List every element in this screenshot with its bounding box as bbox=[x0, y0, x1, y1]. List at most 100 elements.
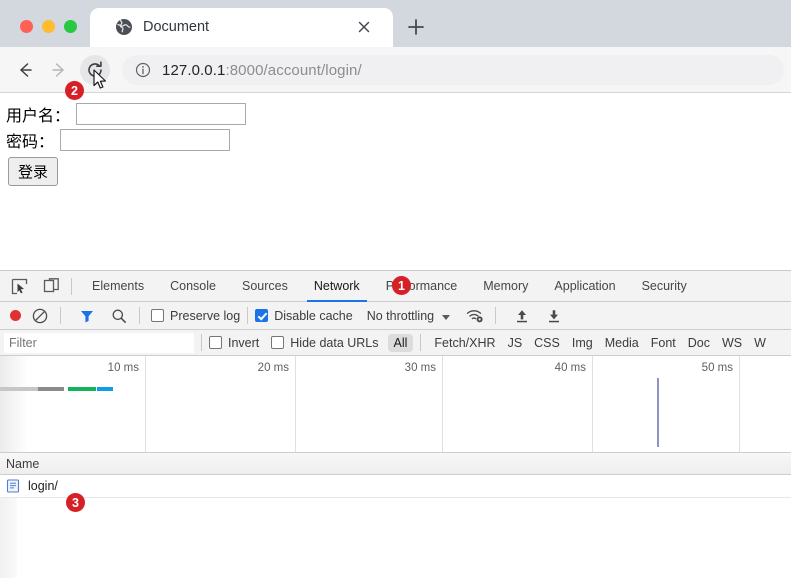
requests-gutter bbox=[0, 498, 17, 578]
annotation-badge-3: 3 bbox=[66, 493, 85, 512]
close-window-button[interactable] bbox=[20, 20, 33, 33]
waterfall-segment-download bbox=[97, 387, 113, 391]
toolbar-divider bbox=[71, 277, 72, 295]
chevron-down-icon bbox=[441, 314, 450, 320]
tab-strip: Document bbox=[0, 0, 791, 47]
filter-divider-1 bbox=[201, 334, 202, 351]
type-filter-wasm[interactable]: W bbox=[748, 334, 772, 352]
forward-arrow-icon[interactable] bbox=[44, 55, 74, 85]
download-arrow-icon[interactable] bbox=[541, 303, 567, 329]
tab-console[interactable]: Console bbox=[157, 271, 229, 302]
clear-no-entry-icon[interactable] bbox=[27, 303, 53, 329]
tab-performance[interactable]: Performance bbox=[373, 271, 471, 302]
toolbar-divider-4 bbox=[247, 307, 249, 324]
devtools-panel: Elements Console Sources Network Perform… bbox=[0, 270, 791, 578]
overview-gridline bbox=[145, 356, 146, 452]
tab-network[interactable]: Network bbox=[301, 271, 373, 302]
annotation-badge-2: 2 bbox=[65, 81, 84, 100]
overview-gridline bbox=[295, 356, 296, 452]
invert-checkbox[interactable]: Invert bbox=[209, 336, 259, 350]
tab-application[interactable]: Application bbox=[541, 271, 628, 302]
reload-icon[interactable] bbox=[80, 55, 110, 85]
browser-tab-document[interactable]: Document bbox=[90, 8, 393, 47]
type-filter-js[interactable]: JS bbox=[502, 334, 529, 352]
overview-left-fade bbox=[0, 356, 28, 452]
waterfall-segment-ttfb bbox=[68, 387, 96, 391]
invert-box bbox=[209, 336, 222, 349]
new-tab-button[interactable] bbox=[403, 14, 429, 40]
close-icon[interactable] bbox=[355, 18, 373, 36]
back-arrow-icon[interactable] bbox=[10, 55, 40, 85]
disable-cache-box bbox=[255, 309, 269, 322]
maximize-window-button[interactable] bbox=[64, 20, 77, 33]
toolbar-divider-3 bbox=[139, 307, 140, 324]
type-filter-all[interactable]: All bbox=[387, 333, 414, 352]
funnel-filter-icon[interactable] bbox=[74, 303, 100, 329]
waterfall-segment-stalled bbox=[0, 387, 38, 391]
username-row: 用户名： bbox=[6, 102, 247, 126]
hide-data-urls-label: Hide data URLs bbox=[290, 335, 379, 350]
password-row: 密码： bbox=[6, 128, 231, 152]
username-input[interactable] bbox=[76, 103, 247, 125]
tab-elements[interactable]: Elements bbox=[79, 271, 157, 302]
url-host: 127.0.0.1 bbox=[162, 61, 226, 79]
minimize-window-button[interactable] bbox=[42, 20, 55, 33]
hide-data-urls-box bbox=[271, 336, 285, 349]
toolbar-divider-5 bbox=[494, 307, 496, 324]
throttling-dropdown[interactable]: No throttling bbox=[367, 309, 450, 323]
table-row[interactable]: login/ bbox=[0, 475, 791, 498]
preserve-log-checkbox[interactable]: Preserve log bbox=[151, 309, 240, 323]
annotation-badge-1: 1 bbox=[392, 276, 411, 295]
filter-divider-2 bbox=[420, 334, 422, 351]
tab-title: Document bbox=[143, 19, 210, 35]
address-bar[interactable]: 127.0.0.1:8000/account/login/ bbox=[122, 55, 784, 85]
search-magnifier-icon[interactable] bbox=[106, 303, 132, 329]
overview-tick-label: 30 ms bbox=[404, 362, 436, 374]
upload-arrow-icon[interactable] bbox=[509, 303, 535, 329]
request-name: login/ bbox=[28, 479, 58, 493]
preserve-log-label: Preserve log bbox=[170, 308, 241, 323]
waterfall-segment-queue bbox=[38, 387, 64, 391]
hide-data-urls-checkbox[interactable]: Hide data URLs bbox=[271, 335, 379, 350]
column-header-name: Name bbox=[6, 456, 40, 471]
dom-content-loaded-marker bbox=[657, 378, 659, 447]
tab-memory[interactable]: Memory bbox=[470, 271, 541, 302]
tab-security[interactable]: Security bbox=[629, 271, 700, 302]
type-filter-css[interactable]: CSS bbox=[528, 334, 566, 352]
requests-table-header: Name bbox=[0, 453, 791, 475]
window-traffic-lights bbox=[20, 20, 77, 33]
globe-icon bbox=[115, 18, 133, 36]
record-circle-icon[interactable] bbox=[10, 310, 21, 321]
device-toolbar-icon[interactable] bbox=[38, 273, 64, 299]
login-submit-button[interactable]: 登录 bbox=[8, 157, 59, 186]
preserve-log-box bbox=[151, 309, 164, 322]
browser-window: Document 127.0.0.1:8000/account/login/ 用… bbox=[0, 0, 791, 578]
throttling-value: No throttling bbox=[366, 308, 435, 323]
type-filter-doc[interactable]: Doc bbox=[682, 334, 716, 352]
info-circle-icon[interactable] bbox=[135, 62, 151, 78]
network-overview-timeline[interactable]: 10 ms 20 ms 30 ms 40 ms 50 ms bbox=[0, 356, 791, 453]
overview-gridline bbox=[592, 356, 593, 452]
overview-tick-label: 40 ms bbox=[554, 362, 586, 374]
network-filter-bar: Invert Hide data URLs All Fetch/XHR JS C… bbox=[0, 330, 791, 356]
address-bar-url: 127.0.0.1:8000/account/login/ bbox=[162, 62, 362, 79]
disable-cache-label: Disable cache bbox=[274, 308, 353, 323]
overview-tick-label: 10 ms bbox=[107, 362, 139, 374]
type-filter-ws[interactable]: WS bbox=[716, 334, 748, 352]
disable-cache-checkbox[interactable]: Disable cache bbox=[255, 309, 353, 323]
wifi-settings-icon[interactable] bbox=[462, 303, 488, 329]
requests-empty-area bbox=[0, 498, 791, 578]
password-label: 密码： bbox=[6, 132, 55, 151]
filter-input[interactable] bbox=[4, 332, 194, 353]
browser-toolbar: 127.0.0.1:8000/account/login/ bbox=[0, 47, 791, 93]
type-filter-font[interactable]: Font bbox=[645, 334, 682, 352]
inspect-element-icon[interactable] bbox=[6, 273, 32, 299]
type-filter-img[interactable]: Img bbox=[566, 334, 599, 352]
password-input[interactable] bbox=[60, 129, 231, 151]
type-filter-media[interactable]: Media bbox=[599, 334, 645, 352]
network-toolbar: Preserve log Disable cache No throttling bbox=[0, 302, 791, 330]
url-path: :8000/account/login/ bbox=[225, 61, 362, 79]
username-label: 用户名： bbox=[6, 106, 71, 125]
tab-sources[interactable]: Sources bbox=[229, 271, 301, 302]
type-filter-fetch-xhr[interactable]: Fetch/XHR bbox=[428, 334, 501, 352]
